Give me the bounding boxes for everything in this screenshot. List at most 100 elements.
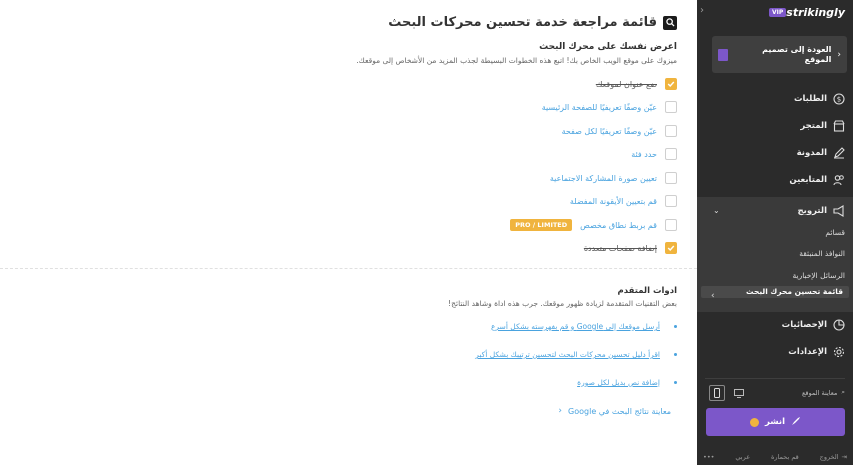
- checklist-item[interactable]: ضع عنوان لموقعك: [596, 78, 677, 90]
- checklist-label: ضع عنوان لموقعك: [595, 79, 657, 89]
- checkbox[interactable]: [665, 148, 677, 160]
- checklist-label[interactable]: عيّن وصفًا تعريفيًا للصفحة الرئيسية: [542, 103, 657, 112]
- advanced-item: أرسل موقعك إلى Google و قم بفهرسته بشكل …: [491, 322, 677, 331]
- rocket-icon: [791, 416, 801, 429]
- nav-label: الإحصائيات: [781, 320, 827, 330]
- checklist-label[interactable]: قم بتعيين الأيقونة المفضلة: [570, 197, 657, 206]
- sidebar-header: strikingly VIP: [697, 0, 853, 24]
- checkbox[interactable]: [665, 242, 677, 254]
- publish-button[interactable]: انشر: [706, 408, 845, 436]
- checklist-label[interactable]: تعيين صورة المشاركة الاجتماعية: [550, 174, 657, 183]
- checklist-item[interactable]: عيّن وصفًا تعريفيًا لكل صفحة: [562, 125, 677, 137]
- chevron-right-icon: ›: [711, 291, 715, 301]
- divider: [0, 268, 697, 269]
- svg-text:$: $: [837, 96, 841, 104]
- nav-followers[interactable]: المتابعين: [697, 170, 853, 190]
- advanced-link[interactable]: اقرأ دليل تحسين محركات البحث لتحسين ترتي…: [475, 350, 660, 359]
- preview-site-label: معاينة الموقع: [801, 388, 838, 397]
- site-thumbnail-icon: [718, 48, 728, 61]
- submenu-item-seo-checklist[interactable]: قائمة تحسين محرك البحث: [701, 286, 849, 299]
- nav-settings[interactable]: الإعدادات: [697, 342, 853, 362]
- nav-label: المتابعين: [789, 175, 827, 185]
- advanced-description: بعض التقنيات المتقدمة لزيادة ظهور موقعك.…: [448, 299, 677, 308]
- logout-label: الخروج: [819, 453, 839, 461]
- nav-promotion[interactable]: الترويج ⌄: [697, 197, 853, 224]
- people-icon: [833, 174, 845, 186]
- checklist-item[interactable]: إضافة صفحات متعددة: [584, 242, 677, 254]
- nav-blog[interactable]: المدونة: [697, 143, 853, 163]
- checkbox[interactable]: [665, 78, 677, 90]
- nav-orders[interactable]: $ الطلبات: [697, 89, 853, 109]
- checkbox[interactable]: [665, 101, 677, 113]
- google-preview-label[interactable]: معاينة نتائج البحث في Google: [568, 407, 671, 416]
- device-toggle: [709, 385, 747, 401]
- preview-site[interactable]: ⌕ معاينة الموقع: [802, 388, 845, 397]
- checklist-item[interactable]: حدد فئة: [631, 148, 677, 160]
- checkbox[interactable]: [665, 125, 677, 137]
- submenu-item-popups[interactable]: النوافذ المنبثقة: [799, 249, 845, 258]
- nav-analytics[interactable]: الإحصائيات: [697, 315, 853, 335]
- nav-label: الإعدادات: [788, 347, 827, 357]
- chart-icon: [833, 319, 845, 331]
- more-icon[interactable]: •••: [703, 453, 715, 461]
- page-title-row: قائمة مراجعة خدمة تحسين محركات البحث: [388, 15, 677, 30]
- magnifier-icon: ⌕: [841, 388, 845, 396]
- advanced-item: اقرأ دليل تحسين محركات البحث لتحسين ترتي…: [475, 350, 677, 359]
- pro-badge: PRO / LIMITED: [510, 219, 573, 231]
- checklist-label[interactable]: حدد فئة: [631, 150, 657, 159]
- shop-icon: [833, 120, 845, 132]
- vip-badge: VIP: [768, 7, 787, 17]
- checkbox[interactable]: [665, 195, 677, 207]
- bullet: [674, 381, 677, 384]
- page-title: قائمة مراجعة خدمة تحسين محركات البحث: [388, 15, 657, 30]
- advanced-item: إضافة نص بديل لكل صورة: [577, 378, 677, 387]
- chevron-left-icon: ‹: [558, 406, 563, 416]
- dollar-icon: $: [833, 93, 845, 105]
- collapse-sidebar-icon[interactable]: ‹: [700, 5, 704, 16]
- section-description: ميزوك على موقع الويب الخاص بك! اتبع هذه …: [356, 56, 677, 65]
- advanced-heading: ادوات المتقدم: [617, 286, 677, 296]
- chevron-right-icon: ‹: [837, 49, 841, 60]
- advanced-link[interactable]: أرسل موقعك إلى Google و قم بفهرسته بشكل …: [491, 322, 660, 331]
- sidebar-divider: [705, 378, 845, 379]
- checklist-label[interactable]: عيّن وصفًا تعريفيًا لكل صفحة: [562, 127, 657, 136]
- nav-label: الطلبات: [793, 94, 827, 104]
- submenu-item-newsletters[interactable]: الرسائل الإخبارية: [792, 271, 845, 280]
- main-panel: قائمة مراجعة خدمة تحسين محركات البحث اعر…: [0, 0, 697, 465]
- pen-icon: [833, 147, 845, 159]
- nav-store[interactable]: المتجر: [697, 116, 853, 136]
- strikingly-logo: strikingly: [786, 5, 845, 19]
- nav-label: المتجر: [800, 121, 827, 131]
- sidebar: strikingly VIP ‹ ‹ العودة إلى تصميم المو…: [697, 0, 853, 465]
- logout-link[interactable]: ⇥ الخروج: [820, 453, 847, 461]
- checklist-item[interactable]: قم بربط نطاق مخصص PRO / LIMITED: [506, 219, 677, 231]
- google-preview-toggle[interactable]: معاينة نتائج البحث في Google ‹: [558, 406, 671, 416]
- checklist-item[interactable]: عيّن وصفًا تعريفيًا للصفحة الرئيسية: [542, 101, 677, 113]
- promotion-submenu: قسائم النوافذ المنبثقة الرسائل الإخبارية…: [697, 224, 853, 312]
- nav-label: الترويج: [797, 205, 827, 216]
- nav-label: المدونة: [796, 148, 827, 158]
- publish-label: انشر: [764, 417, 786, 427]
- desktop-icon[interactable]: [731, 385, 747, 401]
- back-to-design-label: العودة إلى تصميم الموقع: [762, 45, 832, 64]
- back-to-design-button[interactable]: ‹ العودة إلى تصميم الموقع: [712, 36, 847, 73]
- search-icon: [663, 15, 677, 30]
- chevron-down-icon: ⌄: [713, 206, 720, 215]
- checkbox[interactable]: [665, 172, 677, 184]
- checklist-label[interactable]: قم بربط نطاق مخصص: [580, 221, 657, 230]
- checklist-label: إضافة صفحات متعددة: [583, 243, 657, 253]
- bullet: [674, 353, 677, 356]
- gear-icon: [833, 346, 845, 358]
- checkbox[interactable]: [665, 219, 677, 231]
- language-link[interactable]: عربي: [735, 453, 750, 461]
- logout-icon: ⇥: [841, 453, 847, 461]
- megaphone-icon: [833, 204, 845, 217]
- help-link[interactable]: قم بحمارة: [771, 453, 799, 461]
- section-heading: اعرض نفسك على محرك البحث: [539, 42, 677, 52]
- advanced-link[interactable]: إضافة نص بديل لكل صورة: [577, 378, 660, 387]
- submenu-item-coupons[interactable]: قسائم: [825, 228, 845, 237]
- checklist-item[interactable]: قم بتعيين الأيقونة المفضلة: [570, 195, 677, 207]
- mobile-icon[interactable]: [709, 385, 725, 401]
- checklist-item[interactable]: تعيين صورة المشاركة الاجتماعية: [550, 172, 677, 184]
- sidebar-footer: ⇥ الخروج قم بحمارة عربي •••: [697, 449, 853, 465]
